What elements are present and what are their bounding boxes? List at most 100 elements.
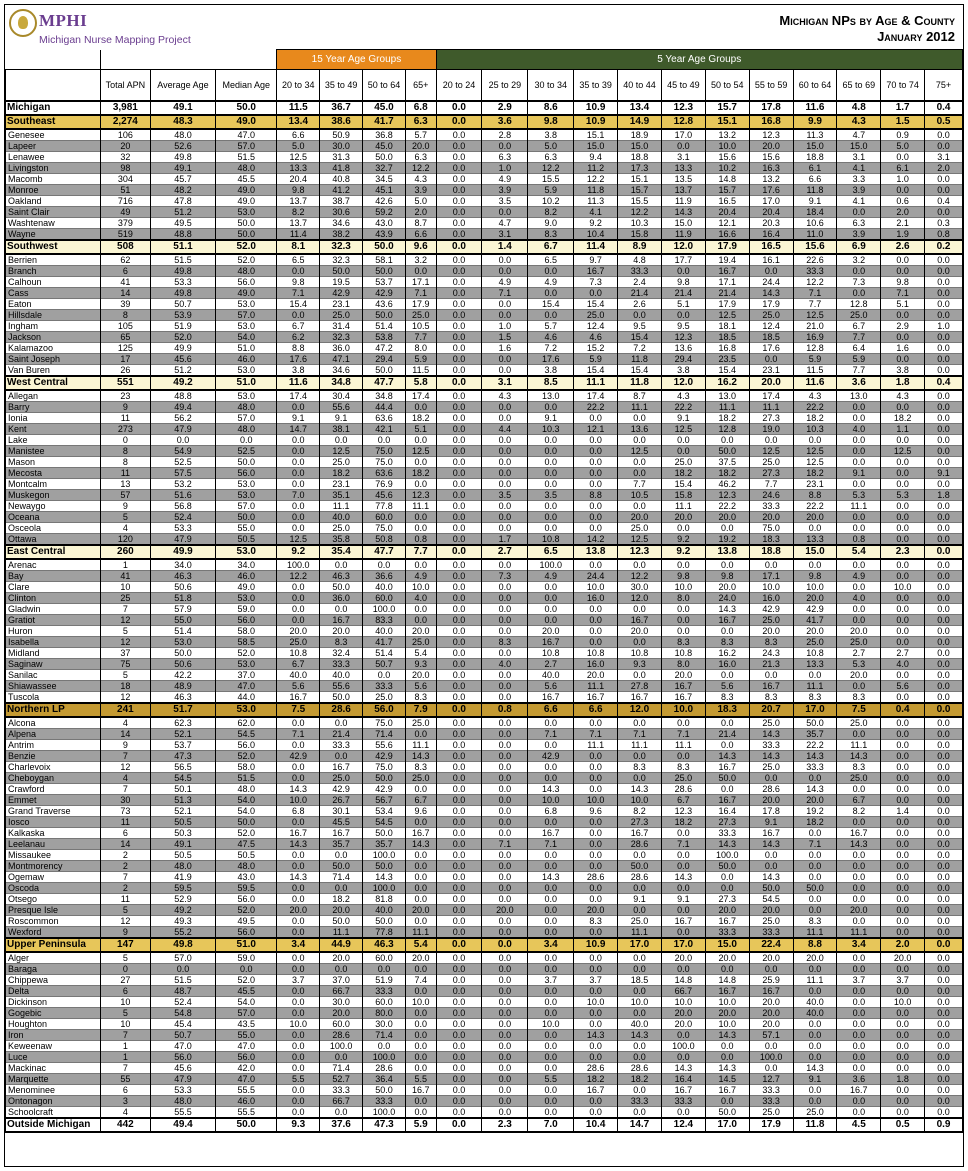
value-cell: 10.0 (276, 1018, 321, 1030)
value-cell: 0.0 (481, 478, 529, 490)
value-cell: 0.0 (573, 467, 619, 479)
value-cell: 0.0 (924, 206, 963, 218)
value-cell: 43.0 (362, 217, 406, 229)
value-cell: 77.8 (362, 926, 406, 938)
value-cell: 0.0 (435, 849, 483, 861)
value-cell: 0.0 (617, 558, 662, 571)
county-row: Grand Traverse 73 52.1 54.0 6.8 30.1 53.4 9.6 0.… (5, 805, 963, 817)
value-cell: 45.6 (362, 489, 406, 501)
value-cell: 51.0 (215, 375, 278, 391)
value-cell: 0.0 (573, 445, 619, 457)
county-row: Baraga 0 0.0 0.0 0.0 0.0 0.0 0.0 0.0 0.0 0.0 0.0 0.0… (5, 963, 963, 975)
value-cell: 17.8 (748, 805, 794, 817)
value-cell: 0.0 (924, 951, 963, 964)
value-cell: 0.0 (573, 500, 619, 512)
value-cell: 0.0 (704, 1051, 750, 1063)
value-cell: 47.0 (149, 1040, 217, 1052)
value-cell: 0.0 (435, 772, 483, 784)
value-cell: 6.5 (527, 253, 575, 266)
value-cell: 7 (99, 603, 151, 615)
row-name-cell: Keweenaw (5, 1040, 101, 1052)
row-name-cell: Berrien (5, 253, 101, 266)
county-row: Macomb 304 45.7 45.5 20.4 40.8 34.5 4.3 0.0 4.9 15… (5, 173, 963, 185)
value-cell: 0.0 (880, 669, 926, 681)
value-cell: 4.1 (836, 195, 882, 207)
value-cell: 21.4 (704, 728, 750, 740)
value-cell: 0.5 (924, 114, 963, 130)
value-cell: 0.0 (748, 1040, 794, 1052)
value-cell: 7.7 (792, 298, 838, 310)
value-cell: 57.0 (215, 412, 278, 424)
row-name-cell: Antrim (5, 739, 101, 751)
value-cell: 25.0 (319, 309, 364, 321)
value-cell: 50.7 (149, 298, 217, 310)
column-header: 65 to 69 (836, 69, 882, 102)
value-cell: 0.0 (836, 680, 882, 692)
value-cell: 9.3 (276, 1117, 321, 1133)
column-header: 65+ (404, 69, 437, 102)
value-cell: 0.0 (924, 592, 963, 604)
value-cell: 0.0 (836, 206, 882, 218)
value-cell: 13.2 (748, 173, 794, 185)
value-cell: 15.4 (527, 298, 575, 310)
row-name-cell: Mecosta (5, 467, 101, 479)
value-cell: 51.4 (362, 320, 406, 332)
value-cell: 0.0 (481, 364, 529, 376)
value-cell: 16.7 (660, 691, 706, 703)
value-cell: 38.7 (319, 195, 364, 207)
value-cell: 50.0 (704, 1106, 750, 1118)
value-cell: 52.6 (149, 140, 217, 152)
value-cell: 11.4 (573, 239, 619, 255)
county-row: Antrim 9 53.7 56.0 0.0 33.3 55.6 11.1 0.0 0.0 0.0 1… (5, 739, 963, 751)
value-cell: 12.8 (792, 342, 838, 354)
value-cell: 0.0 (880, 570, 926, 582)
value-cell: 12.0 (617, 702, 662, 718)
value-cell: 47.9 (149, 533, 217, 545)
value-cell: 16.7 (660, 915, 706, 927)
value-cell: 9.2 (660, 533, 706, 545)
value-cell: 16.0 (573, 592, 619, 604)
value-cell: 52.4 (149, 996, 217, 1008)
value-cell: 0.0 (836, 581, 882, 593)
value-cell: 3,981 (99, 100, 151, 116)
value-cell: 52.0 (215, 827, 278, 839)
value-cell: 8.3 (617, 761, 662, 773)
value-cell: 75.0 (362, 761, 406, 773)
value-cell: 1.4 (880, 805, 926, 817)
value-cell: 45.0 (362, 140, 406, 152)
value-cell: 28.6 (617, 1062, 662, 1074)
value-cell: 0.0 (924, 309, 963, 321)
value-cell: 0.0 (527, 511, 575, 523)
value-cell: 0.0 (704, 669, 750, 681)
value-cell: 9.1 (617, 893, 662, 905)
value-cell: 7 (99, 1029, 151, 1041)
value-cell: 56.0 (149, 1051, 217, 1063)
value-cell: 0.0 (527, 478, 575, 490)
value-cell: 7.1 (527, 838, 575, 850)
value-cell: 12.5 (319, 445, 364, 457)
value-cell: 40.8 (319, 173, 364, 185)
value-cell: 10.0 (617, 794, 662, 806)
value-cell: 0.0 (404, 603, 437, 615)
value-cell: 0.0 (617, 750, 662, 762)
value-cell: 16.7 (276, 827, 321, 839)
value-cell: 0.0 (435, 996, 483, 1008)
value-cell: 0.0 (660, 963, 706, 975)
value-cell: 16.7 (704, 915, 750, 927)
value-cell: 16.5 (748, 239, 794, 255)
value-cell: 18.3 (748, 533, 794, 545)
value-cell: 16.2 (704, 647, 750, 659)
value-cell: 33.3 (319, 1084, 364, 1096)
value-cell: 10.0 (704, 140, 750, 152)
value-cell: 50.0 (319, 691, 364, 703)
value-cell: 13.6 (617, 423, 662, 435)
county-row: Kent 273 47.9 48.0 14.7 38.1 42.1 5.1 0.0 4.4 10.3… (5, 423, 963, 435)
value-cell: 49.8 (149, 937, 217, 953)
value-cell: 75.0 (362, 522, 406, 534)
value-cell: 0.0 (880, 871, 926, 883)
value-cell: 12.0 (660, 375, 706, 391)
value-cell: 49.2 (149, 375, 217, 391)
county-row: Marquette 55 47.9 47.0 5.5 52.7 36.4 5.5 0.0 0.0 5… (5, 1073, 963, 1085)
value-cell: 1.7 (481, 533, 529, 545)
value-cell: 0.0 (435, 816, 483, 828)
